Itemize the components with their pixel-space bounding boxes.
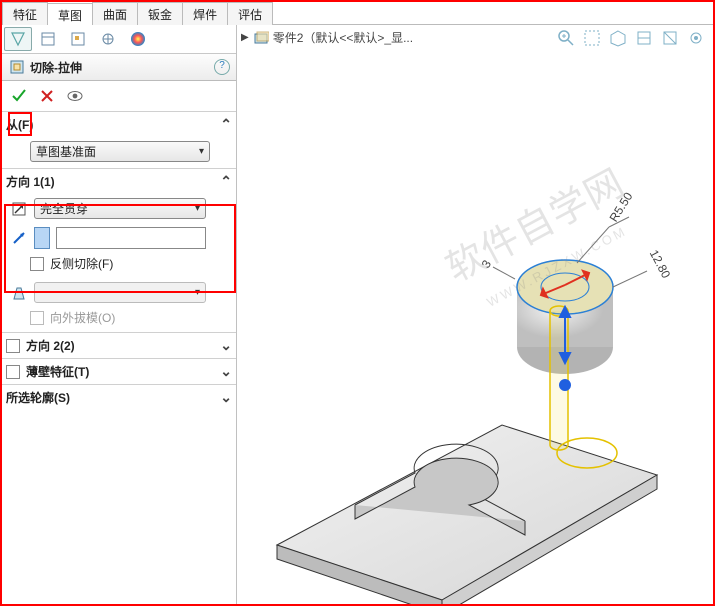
- ok-button[interactable]: [10, 87, 28, 105]
- selection-slot[interactable]: [34, 227, 50, 249]
- feature-title-bar: 切除-拉伸 ?: [2, 54, 236, 81]
- from-header[interactable]: 从(F) ⌃: [2, 112, 236, 137]
- expand-icon: ⌄: [220, 337, 232, 354]
- direction-vector-icon[interactable]: [10, 229, 28, 247]
- graphics-viewport[interactable]: ▶ 零件2（默认<<默认>_显...: [237, 25, 713, 605]
- tab-sketch[interactable]: 草图: [47, 3, 93, 26]
- tab-sheetmetal[interactable]: 钣金: [137, 2, 183, 25]
- flip-side-checkbox[interactable]: 反侧切除(F): [30, 255, 228, 272]
- end-condition-dropdown[interactable]: 完全贯穿 ▾: [34, 198, 206, 219]
- tab-weld[interactable]: 焊件: [182, 2, 228, 25]
- feature-tree-tab[interactable]: [4, 27, 32, 51]
- thin-feature-label: 薄壁特征(T): [26, 363, 89, 380]
- from-label: 从(F): [6, 116, 33, 133]
- from-value: 草图基准面: [36, 143, 96, 160]
- flip-side-label: 反侧切除(F): [50, 255, 113, 272]
- feature-title-text: 切除-拉伸: [30, 59, 82, 76]
- direction2-header[interactable]: 方向 2(2) ⌄: [2, 333, 236, 358]
- checkbox-icon: [30, 311, 44, 325]
- end-condition-value: 完全贯穿: [40, 200, 88, 217]
- direction-selection-field[interactable]: [56, 227, 206, 249]
- selected-contours-header[interactable]: 所选轮廓(S) ⌄: [2, 385, 236, 410]
- direction2-enable-checkbox[interactable]: [6, 339, 20, 353]
- tab-evaluate[interactable]: 评估: [227, 2, 273, 25]
- collapse-icon: ⌃: [220, 173, 232, 190]
- from-dropdown[interactable]: 草图基准面 ▾: [30, 141, 210, 162]
- dimxpert-tab-icon[interactable]: [94, 27, 122, 51]
- ribbon-tabs: 特征 草图 曲面 钣金 焊件 评估: [2, 2, 713, 25]
- expand-icon: ⌄: [220, 363, 232, 380]
- model-view: [237, 25, 713, 605]
- from-section: 从(F) ⌃ 草图基准面 ▾: [2, 111, 236, 168]
- collapse-icon: ⌃: [220, 116, 232, 133]
- property-manager-panel: 切除-拉伸 ? 从(F) ⌃: [2, 25, 237, 605]
- config-tab-icon[interactable]: [64, 27, 92, 51]
- reverse-direction-icon[interactable]: [10, 200, 28, 218]
- checkbox-icon: [30, 257, 44, 271]
- direction1-section: 方向 1(1) ⌃ 完全贯穿 ▾: [2, 168, 236, 332]
- selected-contours-label: 所选轮廓(S): [6, 389, 70, 406]
- confirm-row: [2, 81, 236, 111]
- help-icon[interactable]: ?: [214, 59, 230, 75]
- draft-outward-checkbox: 向外拔模(O): [30, 309, 228, 326]
- spinner-icon: ▾: [195, 287, 200, 298]
- preview-toggle-icon[interactable]: [66, 87, 84, 105]
- direction2-label: 方向 2(2): [26, 337, 75, 354]
- cut-extrude-icon: [8, 58, 26, 76]
- expand-icon: ⌄: [220, 389, 232, 406]
- thin-feature-section: 薄壁特征(T) ⌄: [2, 358, 236, 384]
- tab-surface[interactable]: 曲面: [92, 2, 138, 25]
- thin-feature-enable-checkbox[interactable]: [6, 365, 20, 379]
- draft-angle-field[interactable]: ▾: [34, 282, 206, 303]
- appearance-tab-icon[interactable]: [124, 27, 152, 51]
- direction1-label: 方向 1(1): [6, 173, 55, 190]
- selected-contours-section: 所选轮廓(S) ⌄: [2, 384, 236, 410]
- draft-outward-label: 向外拔模(O): [50, 309, 115, 326]
- thin-feature-header[interactable]: 薄壁特征(T) ⌄: [2, 359, 236, 384]
- chevron-down-icon: ▾: [195, 203, 200, 214]
- panel-tab-strip: [2, 25, 236, 54]
- tab-features[interactable]: 特征: [2, 2, 48, 25]
- chevron-down-icon: ▾: [199, 146, 204, 157]
- direction2-section: 方向 2(2) ⌄: [2, 332, 236, 358]
- solidworks-window: 特征 草图 曲面 钣金 焊件 评估: [0, 0, 715, 606]
- cancel-button[interactable]: [38, 87, 56, 105]
- property-tab[interactable]: [34, 27, 62, 51]
- direction1-header[interactable]: 方向 1(1) ⌃: [2, 169, 236, 194]
- draft-icon[interactable]: [10, 284, 28, 302]
